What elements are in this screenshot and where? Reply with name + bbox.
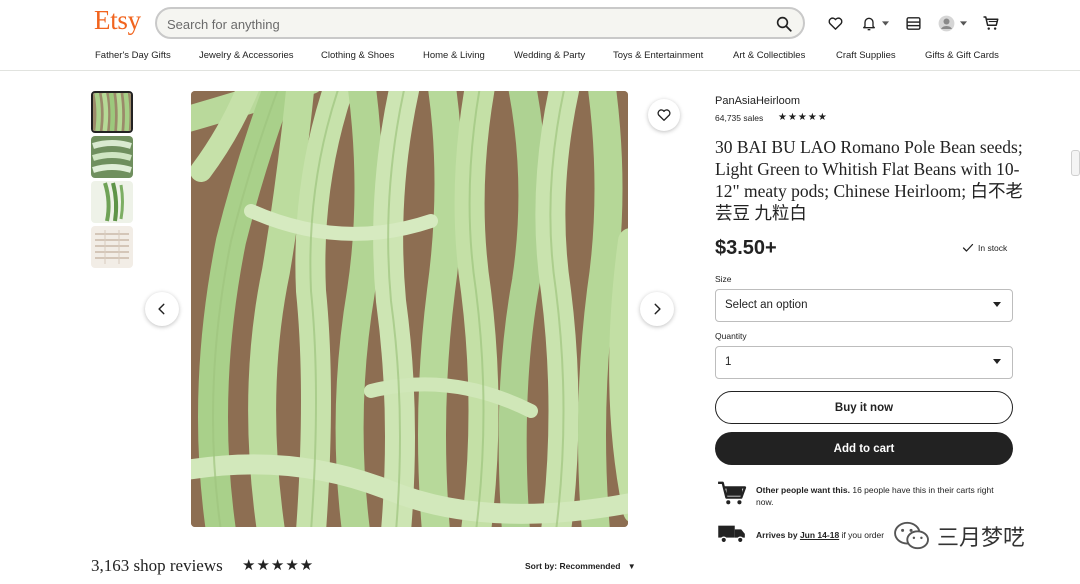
size-label: Size — [715, 274, 732, 284]
category-link-craft[interactable]: Craft Supplies — [836, 50, 896, 61]
etsy-logo[interactable]: Etsy — [94, 5, 141, 36]
buy-it-now-button[interactable]: Buy it now — [715, 391, 1013, 424]
demand-notice: Other people want this. 16 people have t… — [756, 484, 1006, 508]
delivery-truck-icon — [717, 522, 747, 549]
thumbnail-2[interactable] — [91, 136, 133, 178]
cart-icon[interactable] — [980, 12, 1002, 34]
category-link-jewelry[interactable]: Jewelry & Accessories — [199, 50, 294, 61]
bean-thumbnail-image — [91, 136, 133, 178]
quantity-select-value: 1 — [725, 356, 732, 368]
category-link-wedding[interactable]: Wedding & Party — [514, 50, 585, 61]
caret-down-icon: ▼ — [627, 562, 636, 571]
sort-dropdown[interactable]: Sort by: Recommended ▼ — [525, 561, 636, 571]
search-input[interactable] — [167, 14, 757, 34]
arrives-suffix: if you order — [839, 530, 885, 540]
category-link-toys[interactable]: Toys & Entertainment — [613, 50, 703, 61]
main-product-image — [191, 91, 628, 527]
caret-down-icon — [993, 302, 1001, 307]
sort-value: Recommended — [559, 561, 621, 571]
site-header: Etsy Father's Day Gifts Je — [0, 0, 1080, 71]
bean-thumbnail-image — [91, 181, 133, 223]
heart-icon — [657, 109, 671, 121]
category-link-gifts[interactable]: Gifts & Gift Cards — [925, 50, 999, 61]
size-select-value: Select an option — [725, 299, 808, 311]
listing-title: 30 BAI BU LAO Romano Pole Bean seeds; Li… — [715, 137, 1024, 223]
checkmark-icon — [962, 243, 974, 252]
cart-demand-icon — [717, 480, 747, 511]
arrives-date-link[interactable]: Jun 14-18 — [800, 530, 839, 540]
chevron-down-icon[interactable] — [952, 12, 974, 34]
category-link-fathers-day[interactable]: Father's Day Gifts — [95, 50, 171, 61]
add-to-cart-button[interactable]: Add to cart — [715, 432, 1013, 465]
shop-manager-icon[interactable] — [902, 12, 924, 34]
category-nav: Father's Day Gifts Jewelry & Accessories… — [95, 50, 1005, 64]
green-beans-photo — [191, 91, 628, 527]
chevron-left-icon — [158, 303, 165, 315]
seed-packet-thumbnail-image — [91, 226, 133, 268]
category-link-clothing[interactable]: Clothing & Shoes — [321, 50, 394, 61]
thumbnail-1[interactable] — [91, 91, 133, 133]
search-bar — [155, 7, 805, 39]
quantity-select[interactable]: 1 — [715, 346, 1013, 379]
thumbnail-4[interactable] — [91, 226, 133, 268]
category-link-home[interactable]: Home & Living — [423, 50, 485, 61]
quantity-label: Quantity — [715, 331, 747, 341]
size-select[interactable]: Select an option — [715, 289, 1013, 322]
reviews-rating-stars: ★★★★★ — [242, 557, 315, 574]
shop-name-link[interactable]: PanAsiaHeirloom — [715, 95, 800, 107]
stock-label: In stock — [978, 243, 1008, 253]
chevron-down-icon[interactable] — [874, 12, 896, 34]
search-icon[interactable] — [775, 15, 793, 33]
listing-price: $3.50+ — [715, 237, 777, 259]
previous-image-button[interactable] — [145, 292, 179, 326]
arrives-prefix: Arrives by — [756, 530, 800, 540]
caret-down-icon — [993, 359, 1001, 364]
shop-rating-stars[interactable]: ★★★★★ — [778, 112, 828, 123]
watermark-text: 三月梦呓 — [937, 526, 1026, 551]
wechat-logo-icon — [894, 521, 929, 550]
sort-label: Sort by: — [525, 561, 560, 571]
shop-reviews-count: 3,163 shop reviews — [91, 556, 223, 575]
heart-icon[interactable] — [824, 12, 846, 34]
chevron-right-icon — [654, 303, 661, 315]
next-image-button[interactable] — [640, 292, 674, 326]
favorite-button[interactable] — [648, 99, 680, 131]
thumbnail-3[interactable] — [91, 181, 133, 223]
demand-bold-text: Other people want this. — [756, 485, 850, 495]
category-link-art[interactable]: Art & Collectibles — [733, 50, 805, 61]
wechat-watermark: 三月梦呓 — [893, 520, 1025, 552]
bean-thumbnail-image — [93, 93, 131, 131]
sales-count: 64,735 sales — [715, 113, 764, 123]
stock-status: In stock — [962, 242, 1007, 254]
side-scroll-handle[interactable] — [1071, 150, 1080, 176]
